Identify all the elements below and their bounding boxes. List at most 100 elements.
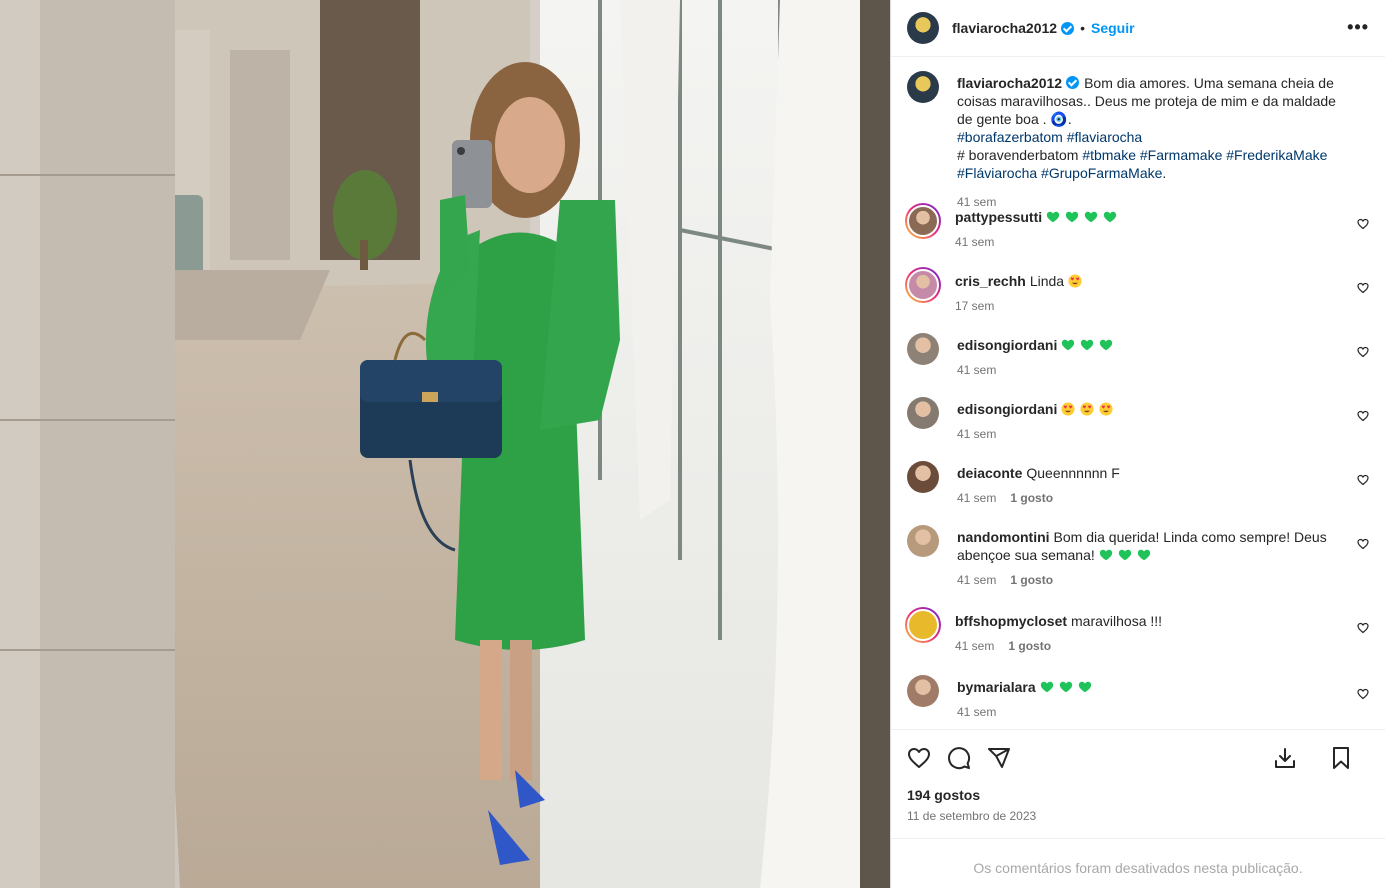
comment-avatar[interactable] xyxy=(907,397,939,461)
caption: flaviarocha2012 Bom dia amores. Uma seman… xyxy=(907,71,1369,209)
header-separator: • xyxy=(1080,20,1085,36)
heart-eyes-icon xyxy=(1068,273,1087,289)
comment-time[interactable]: 41 sem xyxy=(955,235,994,249)
avatar xyxy=(907,397,939,429)
green-heart-icon xyxy=(1040,679,1059,695)
photo-illustration xyxy=(0,0,890,888)
comment-item: bymarialara 41 sem xyxy=(907,675,1369,729)
green-heart-icon xyxy=(1059,679,1078,695)
comment-icon[interactable] xyxy=(947,746,971,770)
post-window: flaviarocha2012 • Seguir ••• flaviarocha… xyxy=(0,0,1385,888)
heart-eyes-icon xyxy=(1061,401,1080,417)
comment-time[interactable]: 41 sem xyxy=(957,705,996,719)
comment-like-heart-icon[interactable] xyxy=(1357,687,1369,703)
comment-username[interactable]: bffshopmycloset xyxy=(955,613,1067,629)
comment-item: bffshopmycloset maravilhosa !!! 41 sem 1 go… xyxy=(905,607,1369,675)
likes-count[interactable]: 194 gostos xyxy=(907,787,1369,803)
green-heart-icon xyxy=(1084,209,1103,225)
comment-item: edisongiordani 41 sem xyxy=(907,397,1369,461)
heart-eyes-icon xyxy=(1099,401,1118,417)
caption-username[interactable]: flaviarocha2012 xyxy=(957,75,1062,91)
comment-text: Linda xyxy=(1029,273,1065,289)
post-photo[interactable] xyxy=(0,0,890,888)
caption-avatar[interactable] xyxy=(907,71,939,103)
comment-like-heart-icon[interactable] xyxy=(1357,281,1369,297)
post-date: 11 de setembro de 2023 xyxy=(907,809,1037,823)
share-icon[interactable] xyxy=(987,746,1011,770)
more-options-icon[interactable]: ••• xyxy=(1347,17,1369,38)
avatar xyxy=(907,525,939,557)
action-bar: 194 gostos 11 de setembro de 2023 xyxy=(891,729,1385,839)
avatar xyxy=(907,675,939,707)
comment-meta: 41 sem xyxy=(955,234,1345,250)
comment-time[interactable]: 41 sem xyxy=(957,427,996,441)
comment-like-heart-icon[interactable] xyxy=(1357,621,1369,637)
comment-meta: 41 sem xyxy=(957,704,1347,720)
green-heart-icon xyxy=(1099,547,1118,563)
comments-list[interactable]: flaviarocha2012 Bom dia amores. Uma seman… xyxy=(891,57,1385,729)
comment-username[interactable]: edisongiordani xyxy=(957,337,1057,353)
caption-hashtags[interactable]: #tbmake #Farmamake #FrederikaMake xyxy=(1082,147,1327,163)
download-icon[interactable] xyxy=(1273,746,1297,770)
comment-text: Queennnnnn F xyxy=(1026,465,1120,481)
green-heart-icon xyxy=(1099,337,1118,353)
comment-username[interactable]: edisongiordani xyxy=(957,401,1057,417)
comment-item: cris_rechh Linda 17 sem xyxy=(905,267,1369,333)
caption-text-prefix: # boravenderbatom xyxy=(957,147,1079,163)
comment-item: nandomontini Bom dia querida! Linda como … xyxy=(907,525,1369,609)
avatar xyxy=(907,269,939,301)
comment-like-heart-icon[interactable] xyxy=(1357,345,1369,361)
follow-button[interactable]: Seguir xyxy=(1091,20,1135,36)
comment-likes[interactable]: 1 gosto xyxy=(1010,491,1053,505)
comment-likes[interactable]: 1 gosto xyxy=(1008,639,1051,653)
comment-username[interactable]: bymarialara xyxy=(957,679,1036,695)
comments-disabled-notice: Os comentários foram desativados nesta p… xyxy=(891,838,1385,888)
comment-meta: 41 sem xyxy=(957,362,1347,378)
comment-avatar[interactable] xyxy=(907,461,939,525)
comment-meta: 41 sem 1 gosto xyxy=(957,490,1347,506)
comment-time[interactable]: 41 sem xyxy=(957,491,996,505)
caption-hashtags[interactable]: #borafazerbatom #flaviarocha xyxy=(957,129,1142,145)
comment-like-heart-icon[interactable] xyxy=(1357,473,1369,489)
comment-like-heart-icon[interactable] xyxy=(1357,537,1369,553)
comment-time[interactable]: 41 sem xyxy=(955,639,994,653)
comment-avatar[interactable] xyxy=(905,607,941,643)
comment-text: maravilhosa !!! xyxy=(1071,613,1163,629)
comment-like-heart-icon[interactable] xyxy=(1357,217,1369,233)
avatar xyxy=(907,333,939,365)
green-heart-icon xyxy=(1078,679,1097,695)
comment-username[interactable]: cris_rechh xyxy=(955,273,1026,289)
comment-username[interactable]: deiaconte xyxy=(957,465,1022,481)
green-heart-icon xyxy=(1080,337,1099,353)
comment-avatar[interactable] xyxy=(907,333,939,397)
caption-hashtags[interactable]: #Fláviarocha #GrupoFarmaMake xyxy=(957,165,1162,181)
comment-avatar[interactable] xyxy=(907,525,939,609)
green-heart-icon xyxy=(1103,209,1122,225)
heart-eyes-icon xyxy=(1080,401,1099,417)
comment-meta: 17 sem xyxy=(955,298,1345,314)
comment-item: deiaconte Queennnnnn F 41 sem 1 gosto xyxy=(907,461,1369,525)
green-heart-icon xyxy=(1065,209,1084,225)
heart-icon[interactable] xyxy=(907,746,931,770)
green-heart-icon xyxy=(1137,547,1156,563)
avatar xyxy=(907,609,939,641)
comment-username[interactable]: nandomontini xyxy=(957,529,1050,545)
comment-like-heart-icon[interactable] xyxy=(1357,409,1369,425)
green-heart-icon xyxy=(1061,337,1080,353)
comment-username[interactable]: pattypessutti xyxy=(955,209,1042,225)
verified-badge-icon xyxy=(1061,21,1075,35)
comment-likes[interactable]: 1 gosto xyxy=(1010,573,1053,587)
comment-time[interactable]: 41 sem xyxy=(957,573,996,587)
green-heart-icon xyxy=(1118,547,1137,563)
comment-avatar[interactable] xyxy=(905,203,941,239)
comment-time[interactable]: 17 sem xyxy=(955,299,994,313)
comment-avatar[interactable] xyxy=(905,267,941,303)
author-username[interactable]: flaviarocha2012 xyxy=(952,20,1057,36)
comment-avatar[interactable] xyxy=(907,675,939,729)
comment-time[interactable]: 41 sem xyxy=(957,363,996,377)
comment-item: pattypessutti 41 sem xyxy=(905,203,1369,269)
caption-suffix: . xyxy=(1162,165,1167,181)
author-avatar[interactable] xyxy=(907,12,939,44)
bookmark-icon[interactable] xyxy=(1329,746,1353,770)
verified-badge-icon xyxy=(1066,76,1080,89)
